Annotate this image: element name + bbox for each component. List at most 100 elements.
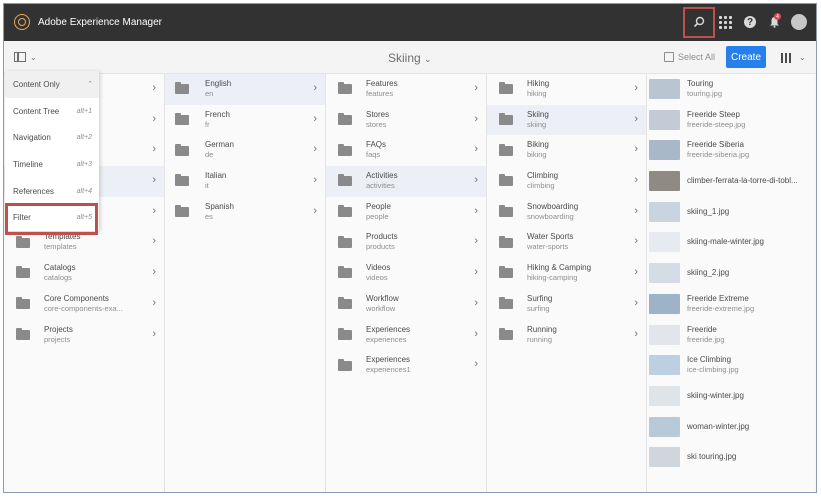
rail-toggle-icon[interactable] bbox=[14, 52, 26, 62]
menu-item-4[interactable]: References alt+4 bbox=[5, 178, 99, 205]
chevron-right-icon[interactable]: › bbox=[634, 297, 638, 309]
avatar-icon[interactable] bbox=[791, 14, 807, 30]
chevron-right-icon[interactable]: › bbox=[474, 297, 478, 309]
chevron-down-icon[interactable]: ⌄ bbox=[30, 53, 37, 62]
chevron-right-icon[interactable]: › bbox=[313, 82, 317, 94]
chevron-right-icon[interactable]: › bbox=[634, 82, 638, 94]
menu-item-1[interactable]: Content Tree alt+1 bbox=[5, 98, 99, 125]
folder-row[interactable]: Italian it › bbox=[165, 166, 325, 197]
chevron-right-icon[interactable]: › bbox=[152, 235, 156, 247]
chevron-right-icon[interactable]: › bbox=[634, 143, 638, 155]
asset-row[interactable]: woman-winter.jpg bbox=[647, 412, 814, 443]
menu-item-2[interactable]: Navigation alt+2 bbox=[5, 124, 99, 151]
row-text: Ice Climbing ice-climbing.jpg bbox=[687, 355, 739, 375]
help-icon[interactable]: ? bbox=[742, 14, 758, 30]
chevron-right-icon[interactable]: › bbox=[313, 174, 317, 186]
row-title: Freeride Extreme bbox=[687, 293, 749, 303]
row-text: German de bbox=[205, 140, 234, 160]
asset-row[interactable]: Ice Climbing ice-climbing.jpg bbox=[647, 350, 814, 381]
chevron-right-icon[interactable]: › bbox=[474, 235, 478, 247]
folder-row[interactable]: Activities activities › bbox=[326, 166, 486, 197]
chevron-right-icon[interactable]: › bbox=[634, 235, 638, 247]
asset-thumbnail bbox=[649, 293, 680, 314]
asset-row[interactable]: Freeride Siberia freeride-siberia.jpg bbox=[647, 135, 814, 166]
folder-row[interactable]: Catalogs catalogs › bbox=[4, 258, 164, 289]
folder-row[interactable]: Snowboarding snowboarding › bbox=[487, 197, 646, 228]
column-view-icon[interactable] bbox=[781, 53, 791, 63]
view-title[interactable]: Skiing ⌄ bbox=[388, 51, 432, 65]
folder-row[interactable]: English en › bbox=[165, 74, 325, 105]
chevron-right-icon[interactable]: › bbox=[474, 143, 478, 155]
asset-row[interactable]: Touring touring.jpg bbox=[647, 74, 814, 105]
folder-row[interactable]: French fr › bbox=[165, 105, 325, 136]
row-subtitle: catalogs bbox=[44, 273, 72, 283]
chevron-right-icon[interactable]: › bbox=[474, 358, 478, 370]
chevron-right-icon[interactable]: › bbox=[634, 328, 638, 340]
folder-row[interactable]: German de › bbox=[165, 135, 325, 166]
asset-row[interactable]: skiing_2.jpg bbox=[647, 258, 814, 289]
chevron-right-icon[interactable]: › bbox=[152, 82, 156, 94]
asset-row[interactable]: climber-ferrata-la-torre-di-tobl... bbox=[647, 166, 814, 197]
chevron-right-icon[interactable]: › bbox=[152, 266, 156, 278]
asset-row[interactable]: skiing-male-winter.jpg bbox=[647, 227, 814, 258]
chevron-right-icon[interactable]: › bbox=[152, 174, 156, 186]
chevron-right-icon[interactable]: › bbox=[313, 113, 317, 125]
chevron-right-icon[interactable]: › bbox=[152, 328, 156, 340]
folder-icon bbox=[338, 143, 352, 156]
row-title: skiing-male-winter.jpg bbox=[687, 237, 764, 247]
folder-row[interactable]: Projects projects › bbox=[4, 320, 164, 351]
folder-row[interactable]: Climbing climbing › bbox=[487, 166, 646, 197]
select-all-button[interactable]: Select All bbox=[664, 52, 715, 62]
folder-row[interactable]: Hiking hiking › bbox=[487, 74, 646, 105]
chevron-right-icon[interactable]: › bbox=[152, 205, 156, 217]
chevron-right-icon[interactable]: › bbox=[474, 205, 478, 217]
chevron-right-icon[interactable]: › bbox=[313, 205, 317, 217]
aem-logo-icon[interactable] bbox=[14, 14, 30, 30]
row-title: Products bbox=[366, 232, 398, 242]
folder-row[interactable]: Surfing surfing › bbox=[487, 289, 646, 320]
asset-row[interactable]: skiing_1.jpg bbox=[647, 197, 814, 228]
create-button[interactable]: Create bbox=[726, 46, 766, 68]
folder-row[interactable]: Features features › bbox=[326, 74, 486, 105]
chevron-right-icon[interactable]: › bbox=[634, 113, 638, 125]
chevron-right-icon[interactable]: › bbox=[474, 328, 478, 340]
folder-row[interactable]: Stores stores › bbox=[326, 105, 486, 136]
chevron-down-icon[interactable]: ⌄ bbox=[799, 53, 806, 62]
chevron-right-icon[interactable]: › bbox=[634, 266, 638, 278]
folder-row[interactable]: Experiences experiences › bbox=[326, 320, 486, 351]
menu-item-3[interactable]: Timeline alt+3 bbox=[5, 151, 99, 178]
row-text: Freeride Siberia freeride-siberia.jpg bbox=[687, 140, 749, 160]
asset-row[interactable]: skiing-winter.jpg bbox=[647, 381, 814, 412]
chevron-right-icon[interactable]: › bbox=[313, 143, 317, 155]
folder-row[interactable]: Hiking & Camping hiking-camping › bbox=[487, 258, 646, 289]
chevron-right-icon[interactable]: › bbox=[474, 113, 478, 125]
asset-row[interactable]: Freeride Steep freeride-steep.jpg bbox=[647, 105, 814, 136]
folder-row[interactable]: Core Components core-components-exa... › bbox=[4, 289, 164, 320]
asset-row[interactable]: Freeride Extreme freeride-extreme.jpg bbox=[647, 289, 814, 320]
chevron-right-icon[interactable]: › bbox=[474, 266, 478, 278]
asset-row[interactable]: ski touring.jpg bbox=[647, 442, 814, 473]
chevron-right-icon[interactable]: › bbox=[474, 82, 478, 94]
folder-row[interactable]: FAQs faqs › bbox=[326, 135, 486, 166]
folder-row[interactable]: Workflow workflow › bbox=[326, 289, 486, 320]
folder-row[interactable]: Biking biking › bbox=[487, 135, 646, 166]
chevron-right-icon[interactable]: › bbox=[634, 174, 638, 186]
row-title: Workflow bbox=[366, 293, 399, 303]
chevron-right-icon[interactable]: › bbox=[152, 297, 156, 309]
folder-row[interactable]: Skiing skiing › bbox=[487, 104, 646, 136]
help-label: ? bbox=[744, 16, 756, 28]
chevron-right-icon[interactable]: › bbox=[152, 143, 156, 155]
folder-row[interactable]: Products products › bbox=[326, 227, 486, 258]
folder-row[interactable]: Spanish es › bbox=[165, 197, 325, 228]
folder-row[interactable]: Experiences experiences1 › bbox=[326, 350, 486, 381]
chevron-right-icon[interactable]: › bbox=[152, 113, 156, 125]
folder-row[interactable]: Water Sports water-sports › bbox=[487, 227, 646, 258]
folder-row[interactable]: Running running › bbox=[487, 320, 646, 351]
chevron-right-icon[interactable]: › bbox=[474, 174, 478, 186]
folder-row[interactable]: People people › bbox=[326, 197, 486, 228]
grid-icon[interactable] bbox=[717, 14, 733, 30]
chevron-right-icon[interactable]: › bbox=[634, 205, 638, 217]
asset-row[interactable]: Freeride freeride.jpg bbox=[647, 320, 814, 351]
folder-row[interactable]: Videos videos › bbox=[326, 258, 486, 289]
menu-item-0[interactable]: Content Only ⌃ bbox=[5, 71, 99, 98]
